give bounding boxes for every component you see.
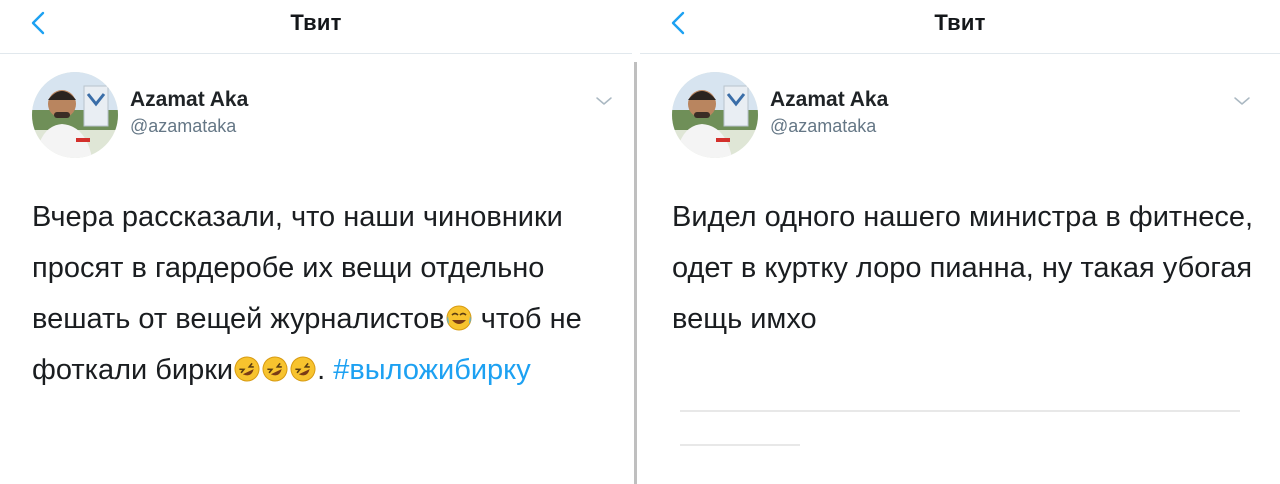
tweet-text: Видел одного нашего министра в фитнесе, … — [672, 201, 1254, 335]
avatar-photo — [32, 72, 118, 158]
tweet-panel-left: Твит Azamat Aka @azamataka Вчера рассказ… — [0, 0, 632, 484]
user-name[interactable]: Azamat Aka — [770, 88, 888, 112]
faded-text-line — [680, 444, 800, 446]
header-divider — [640, 53, 1280, 54]
tweet-text-part-3: . — [317, 354, 334, 386]
page-title: Твит — [934, 10, 986, 35]
hashtag-link[interactable]: #выложибирку — [333, 354, 530, 386]
chevron-down-icon[interactable] — [1232, 94, 1252, 108]
tweet-text: Вчера рассказали, что наши чиновники про… — [32, 192, 612, 396]
panel-divider — [632, 62, 640, 484]
chevron-down-icon[interactable] — [594, 94, 614, 108]
top-bar: Твит — [640, 0, 1280, 52]
user-name[interactable]: Azamat Aka — [130, 88, 248, 112]
avatar[interactable] — [672, 72, 758, 158]
rolling-on-the-floor-laughing-icon — [262, 356, 288, 382]
user-handle[interactable]: @azamataka — [130, 116, 236, 137]
user-handle[interactable]: @azamataka — [770, 116, 876, 137]
avatar[interactable] — [32, 72, 118, 158]
page-title: Твит — [290, 10, 342, 35]
top-bar: Твит — [0, 0, 632, 52]
face-with-tears-of-joy-icon — [446, 305, 472, 331]
faded-text-line — [680, 410, 1240, 412]
avatar-photo — [672, 72, 758, 158]
tweet-panel-right: Твит Azamat Aka @azamataka Видел одного … — [640, 0, 1280, 484]
header-divider — [0, 53, 632, 54]
rolling-on-the-floor-laughing-icon — [290, 356, 316, 382]
rolling-on-the-floor-laughing-icon — [234, 356, 260, 382]
